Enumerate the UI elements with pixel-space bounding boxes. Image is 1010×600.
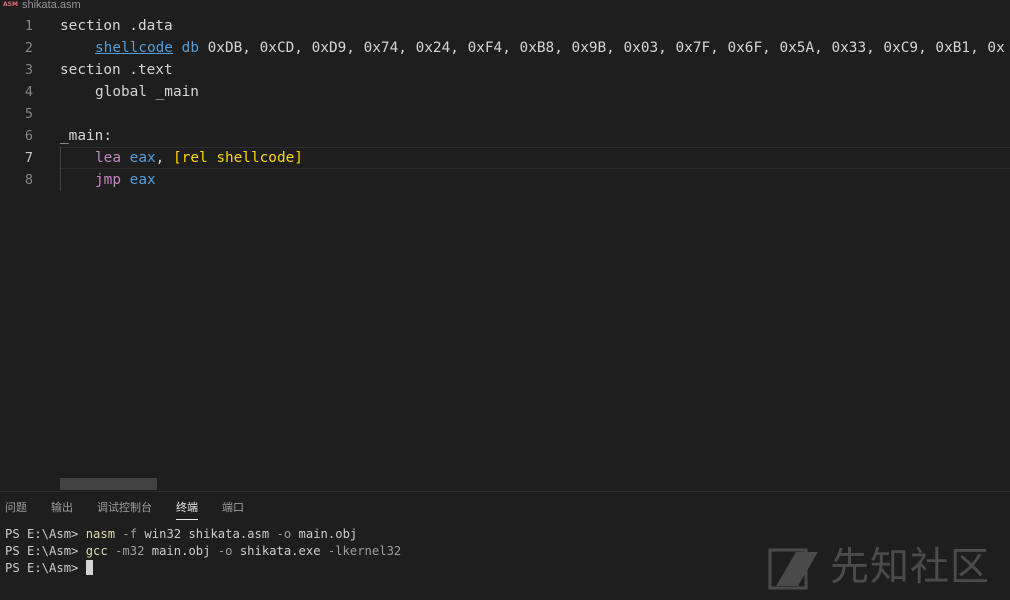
editor-tab-bar: ASM shikata.asm — [0, 0, 1010, 12]
tab-output[interactable]: 输出 — [51, 500, 73, 516]
code-line: 6 _main: — [0, 125, 1010, 147]
terminal-line: PS E:\Asm> nasm -f win32 shikata.asm -o … — [5, 526, 401, 543]
code-line: 3 section .text — [0, 59, 1010, 81]
code-line: 8 jmp eax — [0, 169, 1010, 191]
line-number: 6 — [24, 128, 33, 144]
line-number: 8 — [24, 172, 33, 188]
line-number: 5 — [24, 106, 33, 122]
db-directive: db — [181, 40, 199, 56]
global-directive: global _main — [95, 84, 199, 100]
jmp-instruction: jmp — [95, 172, 121, 188]
code-line: 4 global _main — [0, 81, 1010, 103]
line-number: 1 — [24, 18, 33, 34]
terminal-flag: -o — [217, 544, 233, 558]
terminal-cursor[interactable] — [85, 560, 93, 575]
code-text: shellcode db 0xDB, 0xCD, 0xD9, 0x74, 0x2… — [60, 37, 1005, 59]
terminal-prompt: PS E:\Asm> — [5, 544, 86, 558]
code-text: jmp eax — [60, 169, 156, 191]
terminal-prompt: PS E:\Asm> — [5, 561, 86, 575]
tab-terminal[interactable]: 终端 — [176, 500, 198, 520]
shellcode-bytes: 0xDB, 0xCD, 0xD9, 0x74, 0x24, 0xF4, 0xB8… — [198, 40, 1005, 56]
tab-file-name[interactable]: shikata.asm — [22, 0, 81, 12]
watermark-text: 先知社区 — [830, 545, 991, 590]
terminal-flag: -lkernel32 — [327, 544, 402, 558]
operand-separator: , — [155, 150, 173, 166]
watermark: 先知社区 — [766, 542, 994, 594]
terminal-argument: main.obj — [144, 544, 218, 558]
memory-operand: [rel shellcode] — [173, 150, 303, 166]
eax-register: eax — [129, 172, 156, 188]
xianzhi-logo-icon — [768, 548, 818, 590]
terminal-argument: main.obj — [291, 527, 358, 541]
terminal-line: PS E:\Asm> gcc -m32 main.obj -o shikata.… — [5, 543, 401, 560]
tab-problems[interactable]: 问题 — [5, 500, 27, 516]
terminal-line: PS E:\Asm> — [5, 560, 401, 577]
code-editor[interactable]: 1 section .data 2 shellcode db 0xDB, 0xC… — [0, 15, 1010, 491]
code-text: section .data — [60, 18, 173, 34]
panel-tab-bar: 问题 输出 调试控制台 终端 端口 — [0, 492, 1010, 520]
terminal-flag: -o — [276, 527, 292, 541]
lea-instruction: lea — [95, 150, 121, 166]
terminal-argument: shikata.exe — [232, 544, 328, 558]
code-text: global _main — [60, 81, 199, 103]
terminal-output[interactable]: PS E:\Asm> nasm -f win32 shikata.asm -o … — [5, 526, 401, 577]
terminal-flag: -m32 — [107, 544, 145, 558]
horizontal-scrollbar-thumb[interactable] — [60, 478, 157, 490]
asm-file-icon: ASM — [3, 1, 18, 8]
terminal-command: nasm — [85, 527, 116, 541]
tab-debug-console[interactable]: 调试控制台 — [97, 500, 152, 516]
code-text: section .text — [60, 62, 173, 78]
code-text: lea eax, [rel shellcode] — [60, 147, 303, 169]
line-number: 3 — [24, 62, 33, 78]
code-line: 5 — [0, 103, 1010, 125]
terminal-flag: -f — [115, 527, 138, 541]
current-code-line: 7 lea eax, [rel shellcode] — [0, 147, 1010, 169]
shellcode-label[interactable]: shellcode — [95, 40, 173, 56]
tab-ports[interactable]: 端口 — [222, 500, 244, 516]
line-number: 7 — [24, 150, 33, 166]
terminal-prompt: PS E:\Asm> — [5, 527, 86, 541]
eax-register: eax — [129, 150, 156, 166]
line-number: 4 — [24, 84, 33, 100]
code-line: 2 shellcode db 0xDB, 0xCD, 0xD9, 0x74, 0… — [0, 37, 1010, 59]
code-text: _main: — [60, 128, 112, 144]
terminal-argument: win32 shikata.asm — [137, 527, 277, 541]
line-number: 2 — [24, 40, 33, 56]
code-line: 1 section .data — [0, 15, 1010, 37]
terminal-command: gcc — [85, 544, 108, 558]
